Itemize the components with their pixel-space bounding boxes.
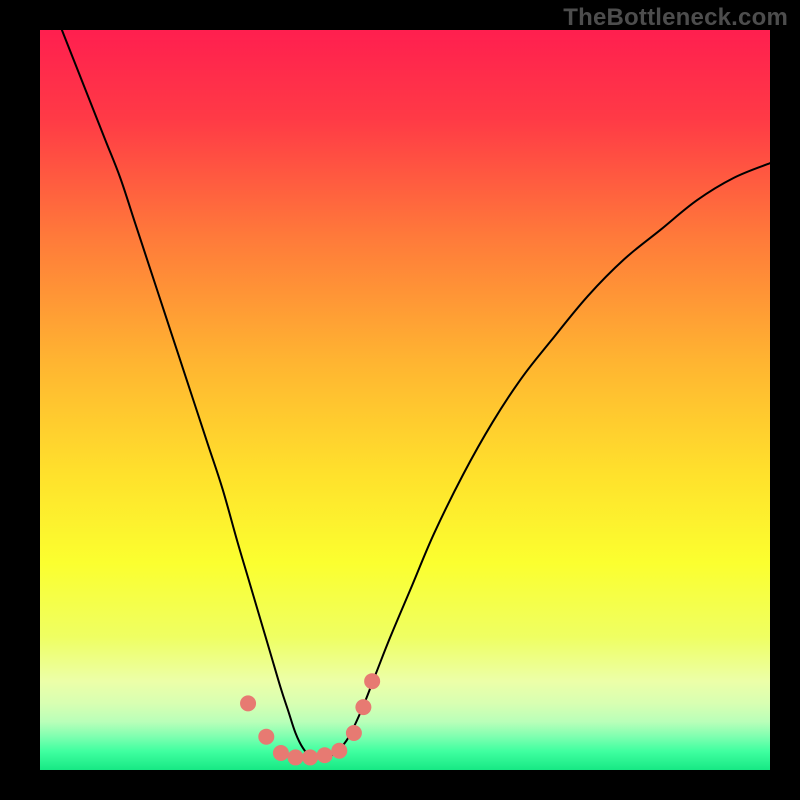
marker-dot — [364, 673, 380, 689]
marker-dot — [258, 729, 274, 745]
marker-dot — [331, 743, 347, 759]
marker-dot — [317, 747, 333, 763]
marker-dot — [273, 745, 289, 761]
marker-dot — [288, 749, 304, 765]
highlight-dots — [240, 673, 380, 765]
plot-area — [40, 30, 770, 770]
marker-dot — [355, 699, 371, 715]
watermark-text: TheBottleneck.com — [563, 4, 788, 32]
marker-dot — [346, 725, 362, 741]
markers-layer — [40, 30, 770, 770]
marker-dot — [240, 695, 256, 711]
marker-dot — [302, 749, 318, 765]
chart-frame: TheBottleneck.com — [0, 0, 800, 800]
